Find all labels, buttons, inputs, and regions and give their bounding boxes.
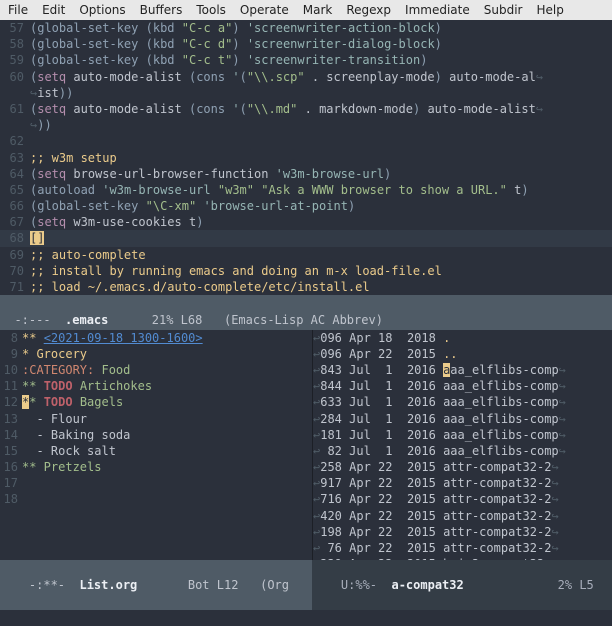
menu-regexp[interactable]: Regexp [346,2,391,18]
dired-line[interactable]: ↩198 Apr 22 2015 attr-compat32-2↪ [313,524,612,540]
code-line: ↪ist)) [0,85,612,101]
org-line [0,524,312,540]
code-line: 63;; w3m setup [0,150,612,166]
org-line: 14 - Baking soda [0,427,312,443]
code-line: 58(global-set-key (kbd "C-c d") 'screenw… [0,36,612,52]
dired-line[interactable]: ↩633 Jul 1 2016 aaa_elflibs-comp↪ [313,394,612,410]
buffer-name: List.org [79,578,137,592]
code-line: 68[] [0,230,612,246]
code-line: 57(global-set-key (kbd "C-c a") 'screenw… [0,20,612,36]
buffer-name: a-compat32 [391,578,463,592]
menu-tools[interactable]: Tools [196,2,226,18]
minibuffer[interactable] [0,610,612,626]
org-line: 9* Grocery [0,346,312,362]
menu-subdir[interactable]: Subdir [484,2,523,18]
org-line: 18 [0,491,312,507]
menu-options[interactable]: Options [79,2,125,18]
org-line [0,540,312,556]
code-line: 69;; auto-complete [0,247,612,263]
dired-line[interactable]: ↩ 82 Jul 1 2016 aaa_elflibs-comp↪ [313,443,612,459]
modeline-dired: U:%%- a-compat32 2% L5 [312,560,612,611]
code-line: 70;; install by running emacs and doing … [0,263,612,279]
org-line: 11** TODO Artichokes [0,378,312,394]
code-line: 62 [0,133,612,149]
editor-pane-emacs[interactable]: 57(global-set-key (kbd "C-c a") 'screenw… [0,20,612,295]
buffer-name: .emacs [65,313,108,327]
dired-line[interactable]: ↩716 Apr 22 2015 attr-compat32-2↪ [313,491,612,507]
menubar[interactable]: File Edit Options Buffers Tools Operate Mark Re… [0,0,612,20]
org-line: 10:CATEGORY: Food [0,362,312,378]
org-line: 17 [0,475,312,491]
dired-line[interactable]: ↩844 Jul 1 2016 aaa_elflibs-comp↪ [313,378,612,394]
menu-operate[interactable]: Operate [240,2,289,18]
code-line: 66(global-set-key "\C-xm" 'browse-url-at… [0,198,612,214]
org-line: 8** <2021-09-18 1300-1600> [0,330,312,346]
modeline-emacs: -:--- .emacs 21% L68 (Emacs-Lisp AC Abbr… [0,295,612,329]
dired-line[interactable]: ↩258 Apr 22 2015 attr-compat32-2↪ [313,459,612,475]
modeline-org: -:**- List.org Bot L12 (Org [0,560,312,611]
menu-mark[interactable]: Mark [303,2,333,18]
dired-line[interactable]: ↩917 Apr 22 2015 attr-compat32-2↪ [313,475,612,491]
dired-line[interactable]: ↩284 Jul 1 2016 aaa_elflibs-comp↪ [313,411,612,427]
code-line: 71;; load ~/.emacs.d/auto-complete/etc/i… [0,279,612,295]
code-line: 59(global-set-key (kbd "C-c t") 'screenw… [0,52,612,68]
dired-line[interactable]: ↩096 Apr 18 2018 . [313,330,612,346]
org-line [0,508,312,524]
menu-file[interactable]: File [8,2,28,18]
dired-line[interactable]: ↩096 Apr 22 2015 .. [313,346,612,362]
code-line: 61(setq auto-mode-alist (cons '("\\.md" … [0,101,612,117]
org-line: 16** Pretzels [0,459,312,475]
code-line: 67(setq w3m-use-cookies t) [0,214,612,230]
dired-line[interactable]: ↩843 Jul 1 2016 aaa_elflibs-comp↪ [313,362,612,378]
code-line: 64(setq browse-url-browser-function 'w3m… [0,166,612,182]
menu-buffers[interactable]: Buffers [140,2,183,18]
org-line: 12** TODO Bagels [0,394,312,410]
org-line: 15 - Rock salt [0,443,312,459]
org-line: 13 - Flour [0,411,312,427]
dired-line[interactable]: ↩181 Jul 1 2016 aaa_elflibs-comp↪ [313,427,612,443]
code-line: 60(setq auto-mode-alist (cons '("\\.scp"… [0,69,612,85]
code-line: ↪)) [0,117,612,133]
menu-immediate[interactable]: Immediate [405,2,470,18]
menu-edit[interactable]: Edit [42,2,65,18]
menu-help[interactable]: Help [536,2,563,18]
editor-pane-dired[interactable]: ↩096 Apr 18 2018 .↩096 Apr 22 2015 ..↩84… [312,330,612,560]
editor-pane-org[interactable]: 8** <2021-09-18 1300-1600>9* Grocery10:C… [0,330,312,560]
dired-line[interactable]: ↩420 Apr 22 2015 attr-compat32-2↪ [313,508,612,524]
dired-line[interactable]: ↩ 76 Apr 22 2015 attr-compat32-2↪ [313,540,612,556]
code-line: 65(autoload 'w3m-browse-url "w3m" "Ask a… [0,182,612,198]
